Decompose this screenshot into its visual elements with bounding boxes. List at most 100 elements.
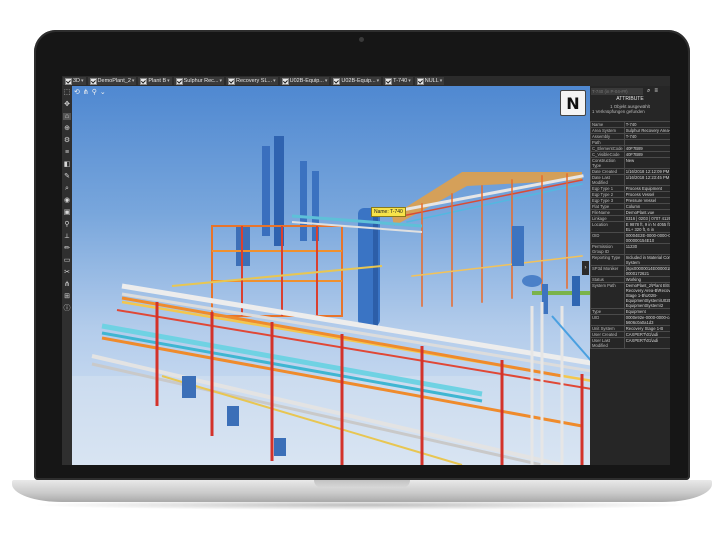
attribute-value: Recovery Stage 1-B bbox=[623, 325, 670, 332]
attribute-key: OID bbox=[590, 232, 625, 244]
menu-icon[interactable]: ≡ bbox=[654, 88, 658, 94]
attribute-row[interactable]: Unit System Recovery Stage 1-B bbox=[590, 325, 670, 332]
attribute-row[interactable]: Permission Group ID 11230 bbox=[590, 243, 670, 255]
settings-tool-icon[interactable]: ⚙ bbox=[63, 137, 71, 144]
chevron-down-icon[interactable]: ⌄ bbox=[100, 88, 106, 96]
markup-tool-icon[interactable]: ✎ bbox=[63, 173, 71, 180]
chevron-down-icon[interactable]: ▾ bbox=[81, 78, 84, 84]
measure-tool-icon[interactable]: ⊕ bbox=[63, 125, 71, 132]
search-icon[interactable]: ⌕ bbox=[647, 88, 650, 94]
chevron-down-icon[interactable]: ▾ bbox=[220, 78, 223, 84]
info-tool-icon[interactable]: ⓘ bbox=[63, 305, 71, 312]
attribute-row[interactable]: System PathDemoPlant_2\Plant B\Sulphur R… bbox=[590, 282, 670, 309]
breadcrumb-label: U02B-Equip... bbox=[341, 78, 376, 84]
breadcrumb-label: NULL bbox=[424, 78, 439, 84]
breadcrumb-item[interactable]: U02B-Equip... ▾ bbox=[331, 77, 382, 85]
chevron-down-icon[interactable]: ▾ bbox=[377, 78, 380, 84]
breadcrumb-item[interactable]: DemoPlant_2 ▾ bbox=[87, 77, 137, 85]
camera-tool-icon[interactable]: ▣ bbox=[63, 209, 71, 216]
chevron-down-icon[interactable]: ▾ bbox=[440, 78, 443, 84]
checkbox-icon[interactable] bbox=[333, 77, 341, 85]
layers-tool-icon[interactable]: ≡ bbox=[63, 149, 71, 156]
breadcrumb-label: DemoPlant_2 bbox=[97, 78, 131, 84]
attribute-key: SP3d Moniker bbox=[590, 265, 625, 277]
pan-tool-icon[interactable]: ✥ bbox=[63, 101, 71, 108]
app-screen: 3D ▾ DemoPlant_2 ▾ Plant B ▾ Sulphur Rec...… bbox=[62, 76, 670, 465]
attribute-row[interactable]: Construction Type New bbox=[590, 157, 670, 169]
left-toolbar: ⬚ ✥ ⌂ ⊕ ⚙ ≡ ◧ ✎ ⌕ ◉ ▣ ⚲ ⟂ ✏ ▭ ✂ ⋔ ⊞ ⓘ bbox=[62, 86, 72, 465]
app-logo: N bbox=[560, 90, 586, 116]
breadcrumb-label: Recovery SL... bbox=[236, 78, 273, 84]
box-tool-icon[interactable]: ▭ bbox=[63, 257, 71, 264]
search-input[interactable] bbox=[591, 88, 643, 95]
attribute-value: DemoPlant_2\Plant B\Sulphur Recovery Are… bbox=[623, 282, 670, 309]
checkbox-icon[interactable] bbox=[89, 77, 97, 85]
hierarchy-icon[interactable]: ⋔ bbox=[83, 88, 89, 96]
attribute-key: User Last Modified bbox=[590, 337, 625, 349]
breadcrumb-item[interactable]: Recovery SL... ▾ bbox=[226, 77, 278, 85]
chevron-down-icon[interactable]: ▾ bbox=[273, 78, 276, 84]
breadcrumb-item[interactable]: T-740 ▾ bbox=[383, 77, 413, 85]
checkbox-icon[interactable] bbox=[416, 77, 424, 85]
ruler-tool-icon[interactable]: ⟂ bbox=[63, 233, 71, 240]
attribute-value: New bbox=[623, 157, 670, 169]
navigation-subtools: ⟲ ⋔ ⚲ ⌄ bbox=[74, 88, 106, 96]
checkbox-icon[interactable] bbox=[175, 77, 183, 85]
attribute-row[interactable]: Area System Sulphur Recovery Area-B bbox=[590, 127, 670, 134]
plant-3d-viewport[interactable] bbox=[62, 76, 670, 465]
scissors-tool-icon[interactable]: ✂ bbox=[63, 269, 71, 276]
attribute-table: Name T-740 Area System Sulphur Recovery Are… bbox=[590, 121, 670, 349]
checkbox-icon[interactable] bbox=[281, 77, 289, 85]
breadcrumb-item[interactable]: Sulphur Rec... ▾ bbox=[173, 77, 225, 85]
attribute-value: 0316 | 0203 | 0707 4126 bbox=[623, 215, 670, 222]
clip-tool-icon[interactable]: ◧ bbox=[63, 161, 71, 168]
chevron-down-icon[interactable]: ▾ bbox=[325, 78, 328, 84]
attribute-row[interactable]: OID00004E2E-0000-0000-C414-000000154E10 bbox=[590, 232, 670, 244]
walk-icon[interactable]: ⚲ bbox=[92, 88, 97, 96]
checkbox-icon[interactable] bbox=[140, 77, 148, 85]
attribute-row[interactable]: Reporting TypeIncluded in Material Contr… bbox=[590, 254, 670, 266]
breadcrumb-item[interactable]: U02B-Equip... ▾ bbox=[279, 77, 330, 85]
attribute-row[interactable]: Date Last Modified 1/16/2018 12:23:45 PM bbox=[590, 174, 670, 186]
checkbox-icon[interactable] bbox=[228, 77, 236, 85]
attribute-value: 11230 bbox=[623, 243, 670, 255]
home-tool-icon[interactable]: ⌂ bbox=[63, 113, 71, 120]
attribute-row[interactable]: User Last Modified CAXPERT\01\adi bbox=[590, 337, 670, 349]
attribute-row[interactable]: Date Created 1/16/2018 12:12:09 PM bbox=[590, 168, 670, 175]
attribute-value: 1/16/2018 12:23:45 PM bbox=[623, 174, 670, 186]
select-tool-icon[interactable]: ⬚ bbox=[63, 89, 71, 96]
chevron-down-icon[interactable]: ▾ bbox=[167, 78, 170, 84]
panel-collapse-icon[interactable]: › bbox=[582, 261, 589, 275]
attribute-row[interactable]: Linkage 0316 | 0203 | 0707 4126 bbox=[590, 215, 670, 222]
checkbox-icon[interactable] bbox=[385, 77, 393, 85]
attribute-row[interactable]: UID0000e92e-0000-0000-c414-5606c0a0a1d3 bbox=[590, 314, 670, 326]
webcam bbox=[359, 37, 364, 42]
attribute-key: Permission Group ID bbox=[590, 243, 625, 255]
tree-tool-icon[interactable]: ⋔ bbox=[63, 281, 71, 288]
chevron-down-icon[interactable]: ▾ bbox=[408, 78, 411, 84]
breadcrumb-toolbar: 3D ▾ DemoPlant_2 ▾ Plant B ▾ Sulphur Rec...… bbox=[62, 76, 670, 86]
pencil-tool-icon[interactable]: ✏ bbox=[63, 245, 71, 252]
attribute-key: C_ElementCode bbox=[590, 145, 625, 152]
breadcrumb-item[interactable]: NULL ▾ bbox=[414, 77, 445, 85]
chevron-down-icon[interactable]: ▾ bbox=[132, 78, 135, 84]
walk-tool-icon[interactable]: ⚲ bbox=[63, 221, 71, 228]
checkbox-icon[interactable] bbox=[65, 77, 72, 85]
attribute-value: CAXPERT\01\adi bbox=[623, 337, 670, 349]
attribute-row[interactable]: Eqp Type 1 Process Equipment bbox=[590, 185, 670, 192]
visibility-tool-icon[interactable]: ◉ bbox=[63, 197, 71, 204]
breadcrumb-item[interactable]: 3D ▾ bbox=[63, 77, 86, 85]
attribute-key: Location bbox=[590, 221, 625, 233]
panel-search-bar: ⌕ ≡ bbox=[590, 87, 670, 96]
search-tool-icon[interactable]: ⌕ bbox=[63, 185, 71, 192]
breadcrumb-label: Plant B bbox=[148, 78, 167, 84]
attribute-row[interactable]: LocationE 9878 ft, 9 in N 4055 ft, 8 in … bbox=[590, 221, 670, 233]
breadcrumb-label: Sulphur Rec... bbox=[183, 78, 219, 84]
breadcrumb-item[interactable]: Plant B ▾ bbox=[138, 77, 172, 85]
equipment-right bbox=[512, 226, 592, 314]
grid-tool-icon[interactable]: ⊞ bbox=[63, 293, 71, 300]
attribute-row[interactable]: SP3d Moniker{6px00000014E00000181460} 00… bbox=[590, 265, 670, 277]
attribute-key: Construction Type bbox=[590, 157, 625, 169]
orbit-icon[interactable]: ⟲ bbox=[74, 88, 80, 96]
object-name-tag[interactable]: Name: T-740 bbox=[371, 207, 406, 217]
